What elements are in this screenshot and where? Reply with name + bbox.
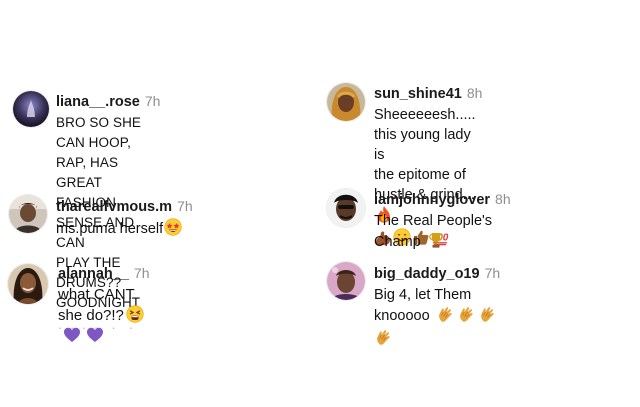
clapping-hands-emoji	[457, 305, 475, 323]
comment-text: Big 4, let Them knooooo	[374, 285, 500, 348]
timestamp[interactable]: 7h	[177, 198, 193, 214]
timestamp[interactable]: 7h	[485, 265, 501, 281]
username-link[interactable]: sun_shine41	[374, 86, 462, 102]
username-link[interactable]: liana__.rose	[56, 94, 140, 110]
trophy-emoji	[427, 231, 445, 249]
avatar-alannah[interactable]	[7, 263, 49, 305]
timestamp[interactable]: 7h	[145, 93, 161, 109]
clapping-hands-emoji	[436, 305, 454, 323]
comment-line: what CANT she do?!?	[58, 286, 135, 324]
timestamp[interactable]: 7h	[134, 265, 150, 281]
comment-text: The Real People's Champ	[374, 211, 511, 252]
comment-header: liana__.rose 7h	[56, 92, 160, 111]
clapping-hands-emoji	[478, 305, 496, 323]
comment-text: ms.puma herself	[56, 218, 193, 239]
username-link[interactable]: tharealfvmous.m	[56, 199, 172, 215]
comment-text: what CANT she do?!?	[58, 285, 150, 347]
star-struck-emoji	[164, 218, 182, 236]
avatar-tharealfvmous[interactable]	[8, 194, 48, 234]
emoji-row	[374, 328, 500, 348]
avatar-sun-shine[interactable]	[326, 82, 366, 122]
comment-header: tharealfvmous.m 7h	[56, 197, 193, 216]
username-link[interactable]: iamjohnnyglover	[374, 192, 490, 208]
comment-line: BRO SO SHE CAN HOOP, RAP, HAS	[56, 115, 142, 170]
username-link[interactable]: big_daddy_o19	[374, 266, 480, 282]
comment-line: ms.puma herself	[56, 221, 164, 237]
timestamp[interactable]: 8h	[495, 191, 511, 207]
timestamp[interactable]: 8h	[467, 85, 483, 101]
avatar-liana[interactable]	[12, 90, 50, 128]
avatar-johnnyglover[interactable]	[326, 188, 366, 228]
comment-header: sun_shine41 8h	[374, 84, 482, 103]
avatar-big-daddy[interactable]	[326, 261, 366, 301]
comment-header: alannah__ 7h	[58, 264, 150, 283]
clapping-hands-emoji	[374, 328, 392, 346]
comment-header: big_daddy_o19 7h	[374, 264, 500, 283]
username-link[interactable]: alannah__	[58, 266, 129, 282]
comment-header: iamjohnnyglover 8h	[374, 190, 511, 209]
comment-line: Sheeeeeesh..... this young lady is	[374, 107, 476, 163]
cropped-comment-fragment: · · · · · ·	[58, 320, 136, 335]
